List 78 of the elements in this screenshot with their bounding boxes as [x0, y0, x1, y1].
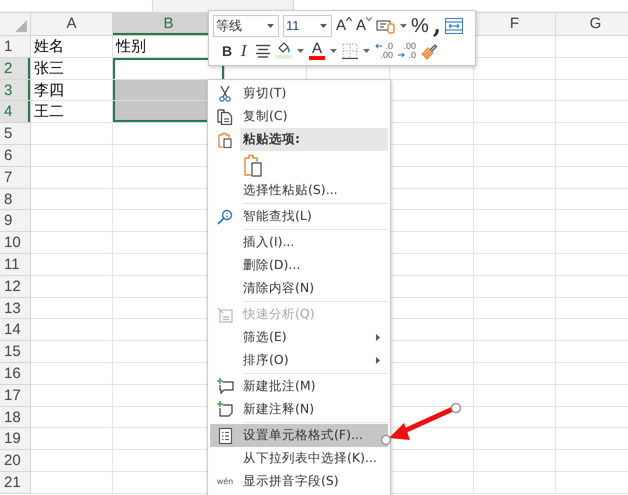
comma-style-button[interactable]: , [432, 16, 442, 36]
increase-decimal-button[interactable]: .0 .00 [375, 42, 393, 60]
row-header[interactable]: 6 [0, 144, 31, 167]
menu-item[interactable]: 新建批注(M) [210, 375, 388, 398]
caret-down-icon [366, 16, 372, 20]
font-color-button[interactable]: A [309, 41, 325, 60]
arrow-right-icon [398, 52, 405, 58]
row-header[interactable]: 15 [0, 341, 31, 363]
corner-triangle-icon [15, 20, 27, 32]
menu-section-header: 粘贴选项: [240, 128, 388, 151]
borders-icon[interactable] [342, 42, 358, 58]
row-header[interactable]: 1 [0, 36, 31, 58]
copy-icon [217, 108, 233, 124]
new-comment-icon [216, 378, 234, 395]
caret-icon [267, 24, 274, 28]
menu-item[interactable]: 从下拉列表中选择(K)... [210, 447, 388, 470]
row-header[interactable]: 16 [0, 362, 31, 385]
dropdown-caret-icon[interactable] [297, 48, 304, 52]
row-header[interactable]: 19 [0, 428, 31, 450]
submenu-arrow-icon [376, 334, 380, 341]
dropdown-caret-icon[interactable] [400, 24, 408, 28]
row-header[interactable]: 3 [0, 80, 31, 102]
row-header[interactable]: 18 [0, 406, 31, 428]
search-icon [217, 208, 233, 224]
row-header[interactable]: 12 [0, 276, 31, 298]
grow-font-button[interactable]: A [336, 16, 352, 34]
row-header[interactable]: 13 [0, 298, 31, 320]
row-header[interactable]: 9 [0, 210, 31, 232]
arrow-left-icon [375, 42, 382, 48]
menu-item[interactable]: 剪切(T) [210, 82, 388, 105]
dropdown-caret-icon[interactable] [330, 48, 337, 52]
menu-item[interactable]: wén 显示拼音字段(S) [210, 470, 388, 493]
italic-button[interactable]: I [238, 42, 250, 60]
dropdown-caret-icon[interactable] [363, 48, 370, 52]
menu-item[interactable]: 智能查找(L) [210, 205, 388, 228]
formula-field[interactable] [293, 0, 628, 11]
caret-icon [320, 24, 327, 28]
table-cell: 姓名 [31, 36, 113, 58]
submenu-arrow-icon [376, 357, 380, 364]
row-header[interactable]: 20 [0, 450, 31, 472]
row-header[interactable]: 2 [0, 58, 31, 80]
fill-color-icon[interactable] [276, 42, 292, 60]
row-header[interactable]: 8 [0, 188, 31, 210]
format-cells-icon [218, 428, 232, 444]
menu-item[interactable]: 新建注释(N) [210, 398, 388, 421]
font-select[interactable]: 等线 [213, 14, 279, 36]
accounting-format-icon[interactable] [376, 18, 396, 34]
row-header[interactable]: 7 [0, 166, 31, 189]
row-header[interactable]: 5 [0, 123, 31, 145]
new-note-icon [216, 401, 234, 418]
shrink-font-button[interactable]: A [356, 16, 372, 34]
caret-up-icon [346, 16, 352, 20]
quick-analysis-icon [217, 306, 233, 322]
row-header[interactable]: 17 [0, 384, 31, 407]
menu-item[interactable]: 排序(O) [210, 349, 388, 372]
center-align-icon[interactable] [255, 44, 271, 58]
menu-item[interactable]: 选择性粘贴(S)... [210, 179, 388, 202]
row-header[interactable]: 14 [0, 319, 31, 342]
format-painter-icon[interactable] [421, 42, 439, 60]
menu-item[interactable]: 复制(C) [210, 105, 388, 128]
row-header[interactable]: 21 [0, 472, 31, 494]
row-header[interactable]: 11 [0, 254, 31, 276]
menu-item[interactable]: 设置单元格格式(F)... [210, 424, 388, 447]
clipboard-icon [218, 132, 232, 148]
pinyin-icon: wén [216, 476, 234, 486]
percent-style-button[interactable]: % [411, 14, 429, 36]
paste-option-icon[interactable] [243, 153, 263, 177]
row-header[interactable]: 10 [0, 232, 31, 254]
menu-item[interactable]: 清除内容(N) [210, 277, 388, 300]
menu-item[interactable]: 筛选(E) [210, 326, 388, 349]
menu-item[interactable]: 插入(I)... [210, 231, 388, 254]
font-size-select[interactable]: 11 [283, 14, 332, 36]
decrease-decimal-button[interactable]: .00 .0 [398, 42, 416, 60]
column-header[interactable]: G [556, 13, 628, 35]
merge-center-icon[interactable] [445, 18, 464, 34]
menu-item[interactable]: 删除(D)... [210, 254, 388, 277]
row-header[interactable]: 4 [0, 101, 31, 124]
scissors-icon [219, 86, 231, 102]
